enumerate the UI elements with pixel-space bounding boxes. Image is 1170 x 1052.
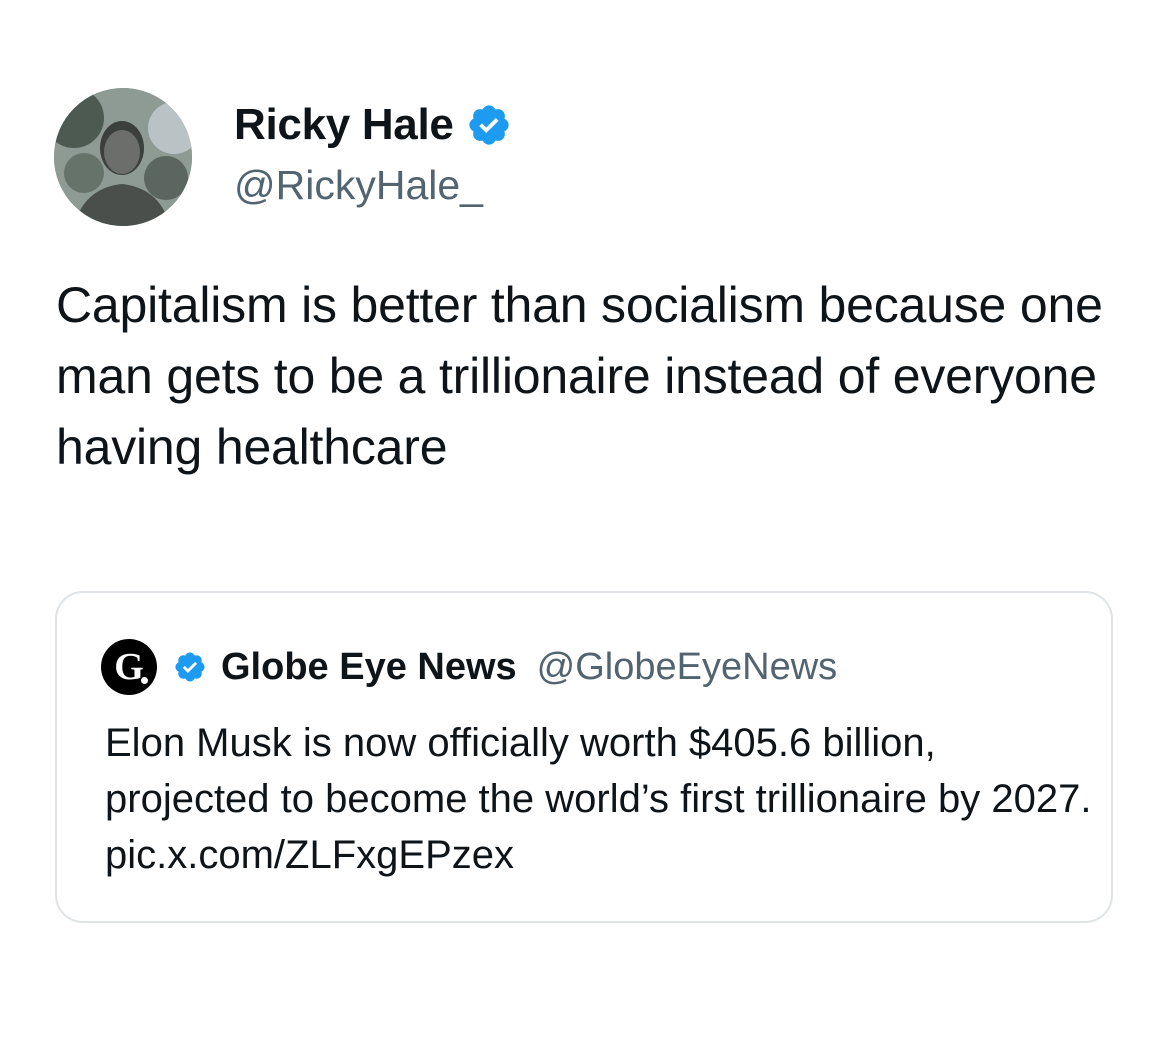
quoted-author-display-name[interactable]: Globe Eye News — [221, 646, 517, 689]
verified-badge-icon — [466, 102, 512, 148]
quoted-tweet-header: G Globe Eye News @GlobeEyeNews — [101, 639, 837, 695]
author-name-row: Ricky Hale — [234, 96, 512, 154]
globe-eye-logo[interactable]: G — [101, 639, 157, 695]
quoted-author-handle[interactable]: @GlobeEyeNews — [537, 646, 837, 689]
quoted-tweet-card[interactable]: G Globe Eye News @GlobeEyeNews Elon Musk… — [55, 591, 1113, 923]
avatar[interactable] — [54, 88, 192, 226]
author-display-name[interactable]: Ricky Hale — [234, 100, 454, 150]
tweet-text: Capitalism is better than socialism beca… — [56, 277, 1103, 475]
logo-letter: G — [114, 646, 144, 688]
logo-dot — [141, 677, 148, 684]
quoted-tweet-text: Elon Musk is now officially worth $405.6… — [105, 721, 1092, 877]
author-handle[interactable]: @RickyHale_ — [234, 162, 483, 209]
verified-badge-icon — [173, 650, 207, 684]
